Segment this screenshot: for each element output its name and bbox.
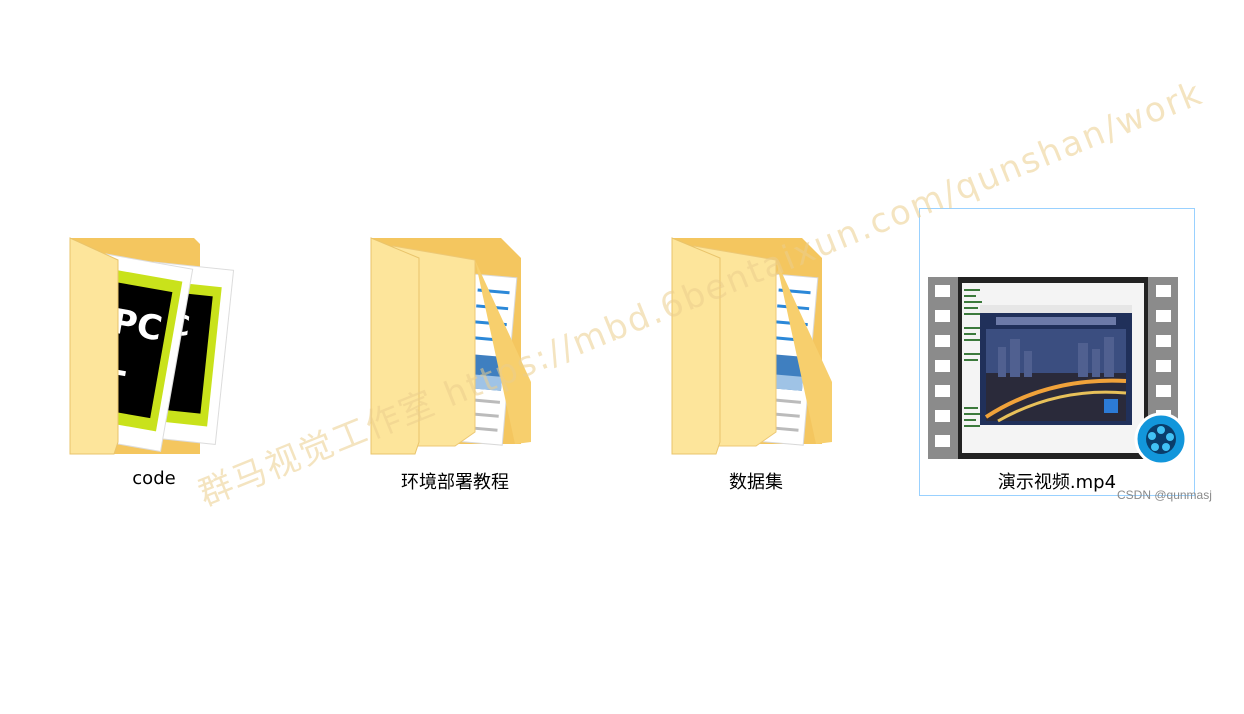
video-file-icon — [928, 277, 1188, 463]
pycharm-folder-icon: C PC — [69, 237, 235, 455]
file-item-demo-video[interactable]: 演示视频.mp4 — [919, 208, 1195, 496]
document-folder-icon — [671, 237, 832, 455]
file-item-dataset[interactable]: 数据集 — [636, 232, 876, 497]
document-folder-icon — [370, 237, 531, 455]
csdn-credit: CSDN @qunmasj — [1117, 488, 1212, 502]
file-item-environment-tutorial[interactable]: 环境部署教程 — [335, 232, 575, 497]
file-name: 数据集 — [729, 472, 783, 493]
file-item-code[interactable]: C PC code — [34, 232, 274, 497]
file-name: code — [132, 468, 176, 489]
file-name: 环境部署教程 — [401, 472, 509, 493]
